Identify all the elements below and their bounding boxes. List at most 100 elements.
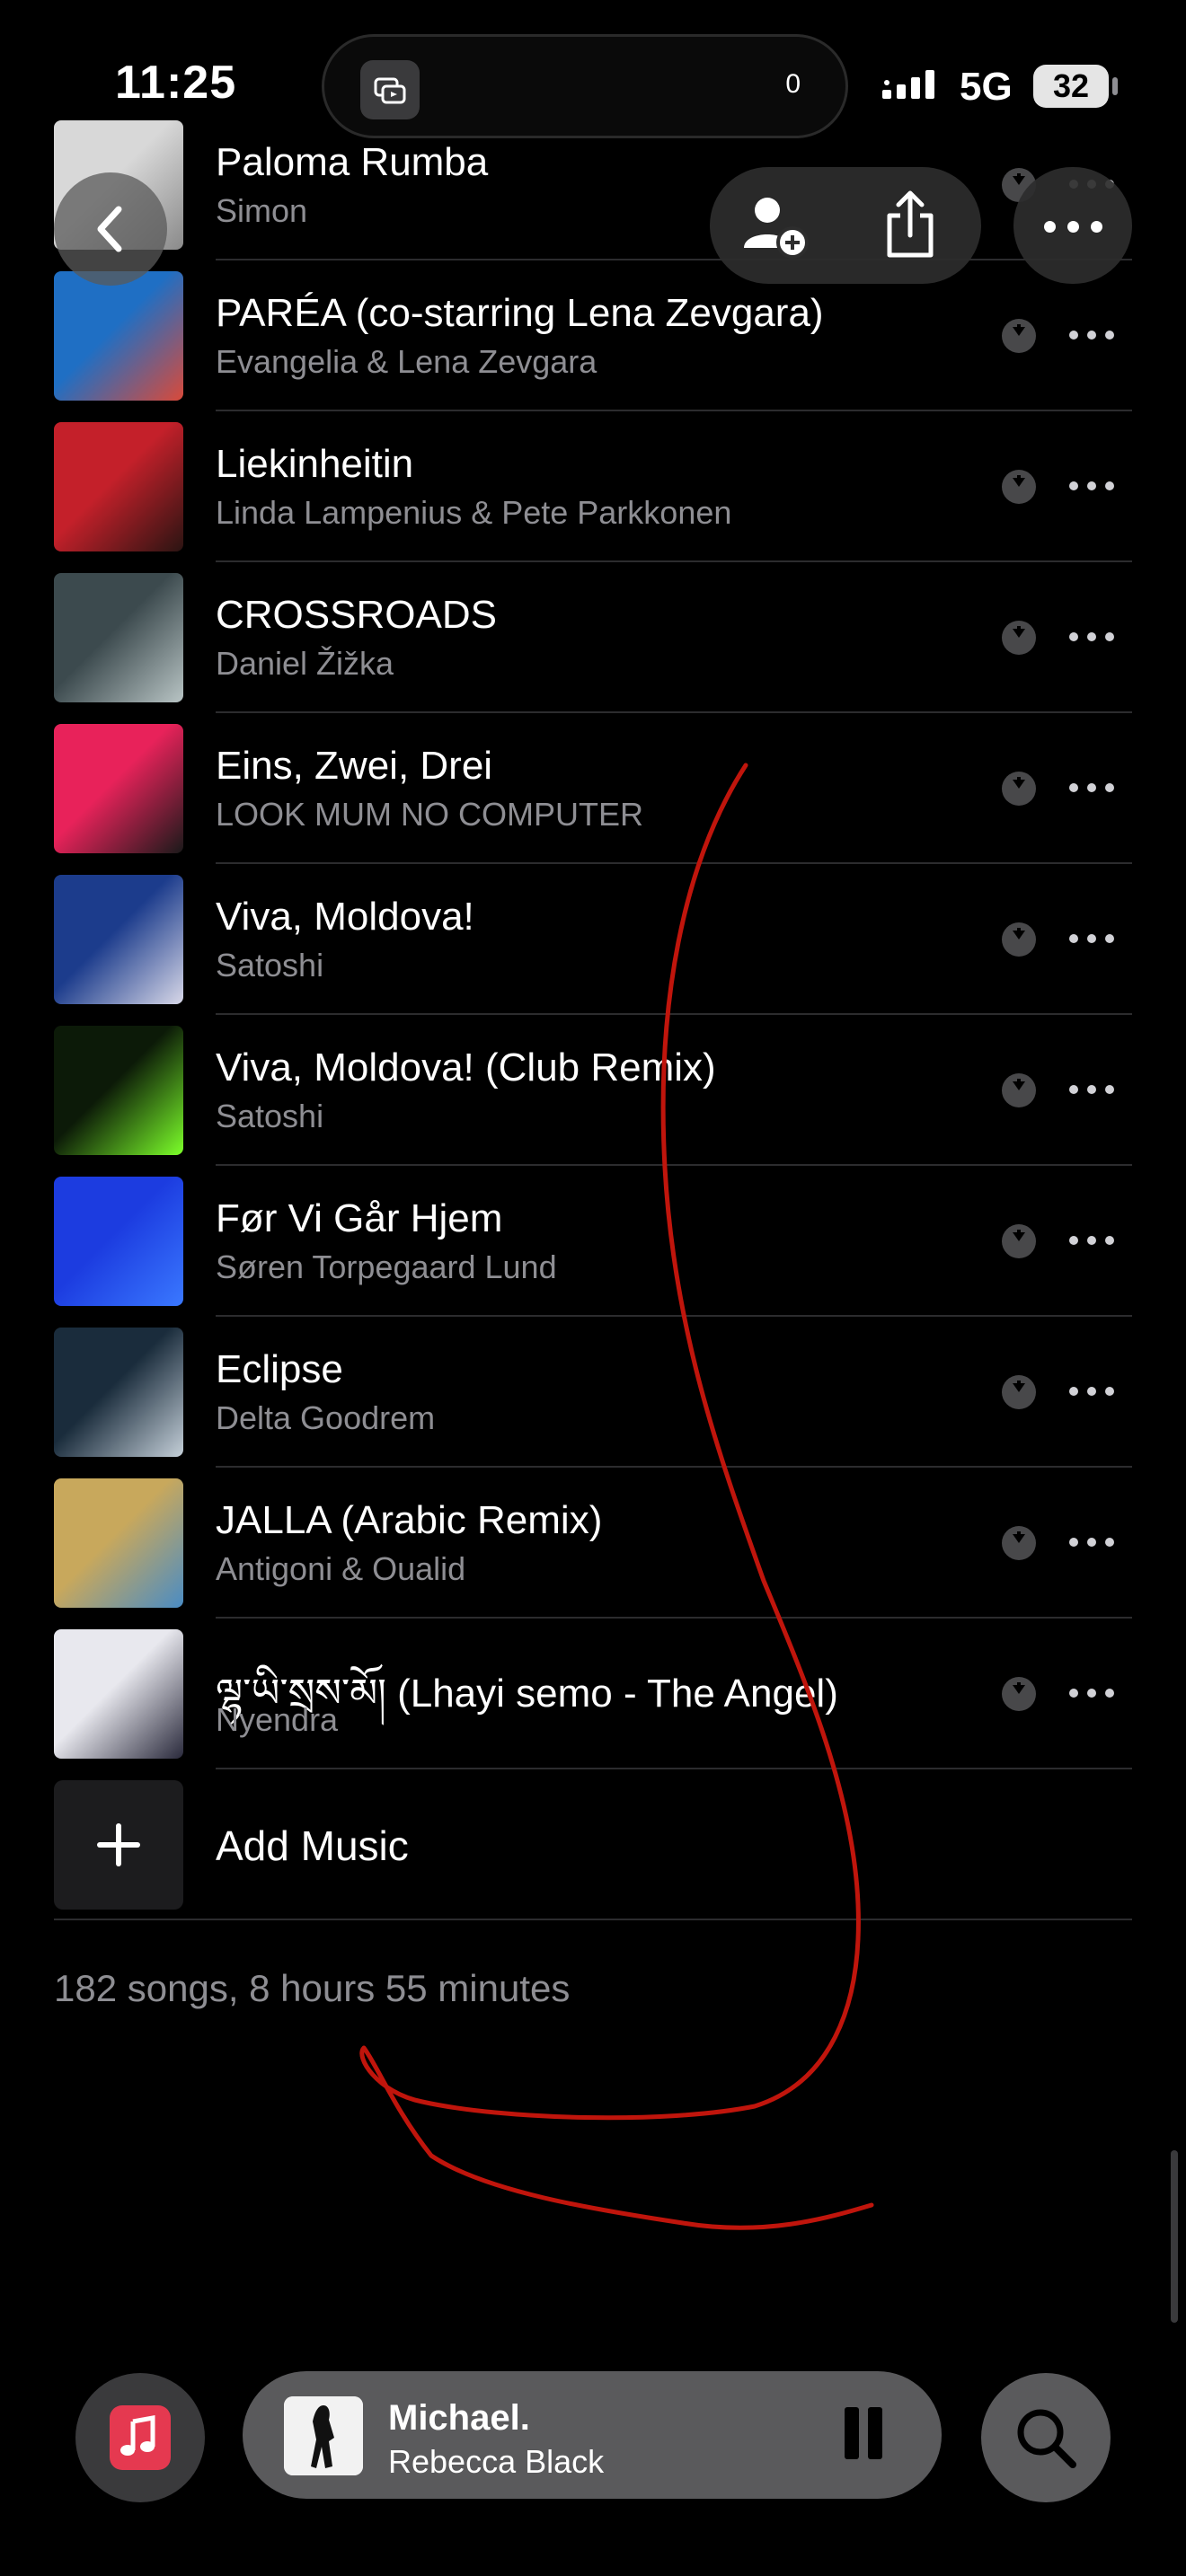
download-icon[interactable]: [1002, 470, 1036, 504]
music-note-icon: [110, 2405, 171, 2470]
download-icon[interactable]: [1002, 1073, 1036, 1107]
playlist-summary: 182 songs, 8 hours 55 minutes: [54, 1967, 571, 2009]
album-artwork: [54, 1478, 183, 1608]
song-row[interactable]: ལྷ་ཡི་སྲས་མོ། (Lhayi semo - The Angel) Ny…: [0, 1619, 1186, 1769]
search-button[interactable]: [981, 2373, 1111, 2502]
mini-player[interactable]: Michael. Rebecca Black: [243, 2371, 942, 2499]
now-playing-artwork: [284, 2396, 363, 2475]
playlist-actions-pill: [710, 167, 981, 284]
song-artist: LOOK MUM NO COMPUTER: [216, 796, 644, 833]
battery-nub: [1112, 77, 1118, 95]
share-icon: [887, 190, 934, 258]
song-title: Før Vi Går Hjem: [216, 1196, 503, 1240]
ellipsis-icon: [1069, 1085, 1078, 1094]
ellipsis-icon: [1069, 1236, 1078, 1245]
music-app-button[interactable]: [75, 2373, 205, 2502]
song-more-button[interactable]: [1069, 632, 1114, 643]
song-row[interactable]: Viva, Moldova! Satoshi: [0, 864, 1186, 1015]
album-artwork: [54, 422, 183, 551]
download-icon[interactable]: [1002, 922, 1036, 957]
song-row[interactable]: Eins, Zwei, Drei LOOK MUM NO COMPUTER: [0, 713, 1186, 864]
ellipsis-icon: [1069, 1387, 1078, 1396]
song-row[interactable]: CROSSROADS Daniel Žižka: [0, 562, 1186, 713]
download-icon[interactable]: [1002, 1526, 1036, 1560]
song-row[interactable]: Viva, Moldova! (Club Remix) Satoshi: [0, 1015, 1186, 1166]
album-artwork: [54, 1629, 183, 1759]
song-list: Paloma Rumba Simon PARÉA (co-starring Lena…: [0, 110, 1186, 1920]
song-artist: Nyendra: [216, 1701, 339, 1738]
plus-icon: [54, 1780, 183, 1910]
download-icon[interactable]: [1002, 1677, 1036, 1711]
album-artwork: [54, 875, 183, 1004]
ellipsis-icon: [1044, 221, 1056, 233]
song-row[interactable]: JALLA (Arabic Remix) Antigoni & Oualid: [0, 1468, 1186, 1619]
song-row[interactable]: Før Vi Går Hjem Søren Torpegaard Lund: [0, 1166, 1186, 1317]
song-title: Paloma Rumba: [216, 140, 489, 184]
song-more-button[interactable]: [1069, 481, 1114, 492]
album-artwork: [54, 1026, 183, 1155]
song-title: Viva, Moldova!: [216, 895, 474, 939]
album-artwork: [54, 573, 183, 702]
scroll-indicator[interactable]: [1171, 2150, 1178, 2323]
ellipsis-icon: [1069, 331, 1078, 340]
song-artist: Evangelia & Lena Zevgara: [216, 343, 597, 380]
song-artist: Linda Lampenius & Pete Parkkonen: [216, 494, 732, 531]
download-icon[interactable]: [1002, 621, 1036, 655]
ellipsis-icon: [1069, 934, 1078, 943]
song-more-button[interactable]: [1069, 783, 1114, 794]
song-more-button[interactable]: [1069, 1236, 1114, 1247]
pause-button[interactable]: [841, 2407, 884, 2459]
add-music-row[interactable]: Add Music: [0, 1769, 1186, 1920]
song-more-button[interactable]: [1069, 934, 1114, 945]
song-title: Eins, Zwei, Drei: [216, 744, 493, 788]
person-plus-icon: [744, 198, 809, 259]
download-icon[interactable]: [1002, 772, 1036, 806]
album-artwork: [54, 1177, 183, 1306]
song-row[interactable]: PARÉA (co-starring Lena Zevgara) Evangeli…: [0, 260, 1186, 411]
signal-strength-icon: [882, 70, 934, 99]
back-button[interactable]: [54, 172, 167, 286]
magnifier-icon: [1017, 2409, 1076, 2468]
song-more-button[interactable]: [1069, 1085, 1114, 1096]
ellipsis-icon: [1069, 632, 1078, 641]
song-title: JALLA (Arabic Remix): [216, 1498, 603, 1542]
download-icon[interactable]: [1002, 1375, 1036, 1409]
song-title: PARÉA (co-starring Lena Zevgara): [216, 291, 824, 335]
song-artist: Delta Goodrem: [216, 1399, 436, 1436]
add-collaborator-button[interactable]: [740, 194, 812, 263]
album-artwork: [54, 724, 183, 853]
song-more-button[interactable]: [1069, 331, 1114, 341]
add-music-label: Add Music: [216, 1822, 409, 1869]
song-more-button[interactable]: [1069, 1689, 1114, 1699]
song-row[interactable]: Eclipse Delta Goodrem: [0, 1317, 1186, 1468]
song-artist: Daniel Žižka: [216, 645, 394, 682]
more-options-button[interactable]: [1013, 167, 1132, 284]
album-artwork: [54, 271, 183, 401]
download-icon[interactable]: [1002, 1224, 1036, 1258]
row-separator: [54, 1919, 1132, 1920]
song-title: Eclipse: [216, 1347, 343, 1391]
album-artwork: [54, 1328, 183, 1457]
song-title: Liekinheitin: [216, 442, 414, 486]
song-artist: Antigoni & Oualid: [216, 1550, 466, 1587]
song-more-button[interactable]: [1069, 1387, 1114, 1398]
island-counter: 0: [785, 69, 801, 99]
ellipsis-icon: [1069, 783, 1078, 792]
song-artist: Satoshi: [216, 947, 324, 984]
battery-icon: 32: [1033, 65, 1109, 108]
song-title: Viva, Moldova! (Club Remix): [216, 1045, 716, 1090]
download-icon[interactable]: [1002, 319, 1036, 353]
song-row[interactable]: Paloma Rumba Simon: [0, 110, 1186, 260]
chevron-left-icon: [97, 206, 122, 252]
song-artist: Satoshi: [216, 1098, 324, 1134]
song-row[interactable]: Liekinheitin Linda Lampenius & Pete Parkk…: [0, 411, 1186, 562]
song-artist: Søren Torpegaard Lund: [216, 1248, 557, 1285]
song-more-button[interactable]: [1069, 1538, 1114, 1548]
ellipsis-icon: [1069, 481, 1078, 490]
network-type: 5G: [960, 65, 1013, 109]
pause-icon: [845, 2407, 859, 2459]
now-playing-artist: Rebecca Black: [388, 2443, 605, 2480]
now-playing-title: Michael.: [388, 2398, 530, 2438]
share-button[interactable]: [881, 189, 940, 265]
ellipsis-icon: [1069, 1538, 1078, 1547]
